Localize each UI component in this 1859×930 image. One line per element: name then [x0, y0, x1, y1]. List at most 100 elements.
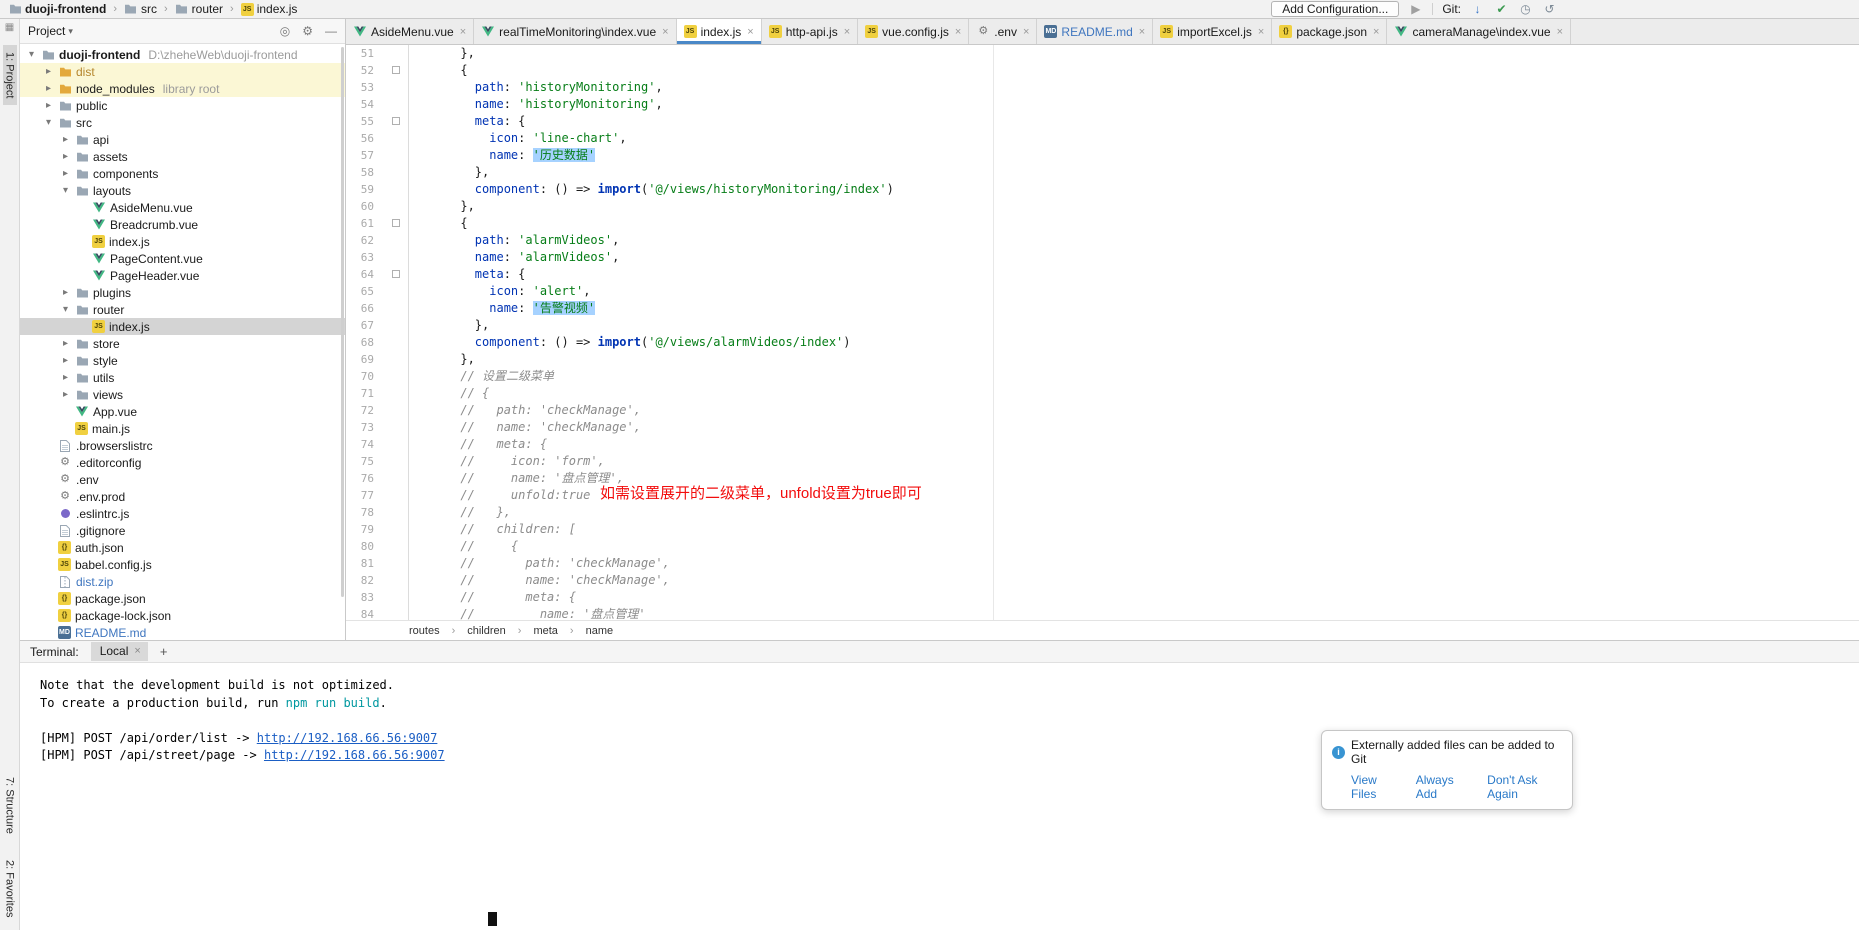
fold-icon[interactable] [392, 66, 400, 74]
chevron-collapsed-icon[interactable]: ▸ [60, 287, 71, 298]
tree-item-main-js[interactable]: JSmain.js [20, 420, 345, 437]
tree-item-router[interactable]: ▾router [20, 301, 345, 318]
tree-item-public[interactable]: ▸public [20, 97, 345, 114]
editor[interactable]: 51 },52 {53 path: 'historyMonitoring',54… [346, 45, 1859, 620]
tree-item-package-lock-json[interactable]: {}package-lock.json [20, 607, 345, 624]
code-line-74[interactable]: 74 // meta: { [346, 436, 1859, 453]
tree-item-dist-zip[interactable]: dist.zip [20, 573, 345, 590]
tree-item-node-modules[interactable]: ▸node_moduleslibrary root [20, 80, 345, 97]
tab-http-api-js[interactable]: JShttp-api.js× [762, 19, 858, 44]
tree-item-gitignore[interactable]: .gitignore [20, 522, 345, 539]
chevron-expanded-icon[interactable]: ▾ [26, 49, 37, 60]
chevron-collapsed-icon[interactable]: ▸ [60, 151, 71, 162]
notification-action-view-files[interactable]: View Files [1351, 773, 1400, 801]
chevron-collapsed-icon[interactable]: ▸ [60, 355, 71, 366]
tree-item-browserslistrc[interactable]: .browserslistrc [20, 437, 345, 454]
run-configuration-select[interactable]: Add Configuration... [1271, 1, 1399, 17]
hide-panel-icon[interactable]: — [325, 24, 337, 38]
tab-close-icon[interactable]: × [460, 26, 466, 38]
tree-item-index-js[interactable]: JSindex.js [20, 233, 345, 250]
code-line-80[interactable]: 80 // { [346, 538, 1859, 555]
tab-close-icon[interactable]: × [1258, 26, 1264, 38]
tree-item-env[interactable]: ⚙.env [20, 471, 345, 488]
code-line-61[interactable]: 61 { [346, 215, 1859, 232]
breadcrumb-item-src[interactable]: src [122, 2, 159, 16]
chevron-collapsed-icon[interactable]: ▸ [60, 134, 71, 145]
editor-breadcrumb-name[interactable]: name [586, 625, 614, 637]
code-line-81[interactable]: 81 // path: 'checkManage', [346, 555, 1859, 572]
tree-item-app-vue[interactable]: App.vue [20, 403, 345, 420]
code-line-78[interactable]: 78 // }, [346, 504, 1859, 521]
code-line-53[interactable]: 53 path: 'historyMonitoring', [346, 79, 1859, 96]
terminal-link[interactable]: http://192.168.66.56:9007 [257, 731, 438, 745]
tab-package-json[interactable]: {}package.json× [1272, 19, 1387, 44]
code-line-60[interactable]: 60 }, [346, 198, 1859, 215]
tab-close-icon[interactable]: × [662, 26, 668, 38]
chevron-collapsed-icon[interactable]: ▸ [60, 338, 71, 349]
chevron-expanded-icon[interactable]: ▾ [60, 185, 71, 196]
terminal-link[interactable]: http://192.168.66.56:9007 [264, 748, 445, 762]
terminal-content[interactable]: Note that the development build is not o… [20, 663, 1859, 930]
code-line-71[interactable]: 71 // { [346, 385, 1859, 402]
notification-action-don-t-ask-again[interactable]: Don't Ask Again [1487, 773, 1562, 801]
tool-button-1-project[interactable]: 1: Project [3, 45, 17, 105]
chevron-expanded-icon[interactable]: ▾ [60, 304, 71, 315]
tab-readme-md[interactable]: MDREADME.md× [1037, 19, 1153, 44]
code-line-64[interactable]: 64 meta: { [346, 266, 1859, 283]
code-line-67[interactable]: 67 }, [346, 317, 1859, 334]
code-line-56[interactable]: 56 icon: 'line-chart', [346, 130, 1859, 147]
code-line-75[interactable]: 75 // icon: 'form', [346, 453, 1859, 470]
tree-item-eslintrc-js[interactable]: .eslintrc.js [20, 505, 345, 522]
fold-icon[interactable] [392, 117, 400, 125]
close-icon[interactable]: × [134, 645, 140, 657]
tree-item-api[interactable]: ▸api [20, 131, 345, 148]
tree-item-components[interactable]: ▸components [20, 165, 345, 182]
code-line-55[interactable]: 55 meta: { [346, 113, 1859, 130]
tool-button-7-structure[interactable]: 7: Structure [3, 770, 17, 841]
tab-close-icon[interactable]: × [1023, 26, 1029, 38]
code-line-69[interactable]: 69 }, [346, 351, 1859, 368]
tree-item-style[interactable]: ▸style [20, 352, 345, 369]
tree-item-editorconfig[interactable]: ⚙.editorconfig [20, 454, 345, 471]
code-line-68[interactable]: 68 component: () => import('@/views/alar… [346, 334, 1859, 351]
tab-close-icon[interactable]: × [747, 26, 753, 38]
chevron-collapsed-icon[interactable]: ▸ [60, 168, 71, 179]
breadcrumb-item-index-js[interactable]: JSindex.js [239, 2, 300, 16]
chevron-collapsed-icon[interactable]: ▸ [43, 83, 54, 94]
tab-vue-config-js[interactable]: JSvue.config.js× [858, 19, 969, 44]
tree-item-readme-md[interactable]: MDREADME.md [20, 624, 345, 640]
terminal-tab-local[interactable]: Local × [91, 642, 148, 661]
fold-icon[interactable] [392, 219, 400, 227]
code-line-83[interactable]: 83 // meta: { [346, 589, 1859, 606]
tree-item-index-js[interactable]: JSindex.js [20, 318, 345, 335]
code-line-54[interactable]: 54 name: 'historyMonitoring', [346, 96, 1859, 113]
run-icon[interactable]: ▶ [1408, 2, 1423, 16]
code-line-66[interactable]: 66 name: '告警视频' [346, 300, 1859, 317]
project-scrollbar[interactable] [341, 47, 344, 597]
tree-item-dist[interactable]: ▸dist [20, 63, 345, 80]
code-line-79[interactable]: 79 // children: [ [346, 521, 1859, 538]
tree-item-env-prod[interactable]: ⚙.env.prod [20, 488, 345, 505]
chevron-collapsed-icon[interactable]: ▸ [43, 66, 54, 77]
git-commit-icon[interactable]: ✔ [1494, 2, 1509, 16]
chevron-collapsed-icon[interactable]: ▸ [43, 100, 54, 111]
code-line-57[interactable]: 57 name: '历史数据' [346, 147, 1859, 164]
locate-file-icon[interactable]: ◎ [280, 24, 290, 38]
tree-item-layouts[interactable]: ▾layouts [20, 182, 345, 199]
code-line-63[interactable]: 63 name: 'alarmVideos', [346, 249, 1859, 266]
tree-item-asidemenu-vue[interactable]: AsideMenu.vue [20, 199, 345, 216]
tree-item-breadcrumb-vue[interactable]: Breadcrumb.vue [20, 216, 345, 233]
rollback-icon[interactable]: ↺ [1542, 2, 1557, 16]
settings-gear-icon[interactable]: ⚙ [302, 24, 313, 38]
tab-realtimemonitoring-index-vue[interactable]: realTimeMonitoring\index.vue× [474, 19, 676, 44]
tab-env[interactable]: ⚙.env× [969, 19, 1037, 44]
project-view-dropdown[interactable]: Project [28, 24, 65, 38]
chevron-collapsed-icon[interactable]: ▸ [60, 389, 71, 400]
code-line-73[interactable]: 73 // name: 'checkManage', [346, 419, 1859, 436]
tree-item-auth-json[interactable]: {}auth.json [20, 539, 345, 556]
tab-close-icon[interactable]: × [1373, 26, 1379, 38]
code-line-62[interactable]: 62 path: 'alarmVideos', [346, 232, 1859, 249]
code-line-76[interactable]: 76 // name: '盘点管理', [346, 470, 1859, 487]
tree-item-views[interactable]: ▸views [20, 386, 345, 403]
tab-asidemenu-vue[interactable]: AsideMenu.vue× [346, 19, 474, 44]
